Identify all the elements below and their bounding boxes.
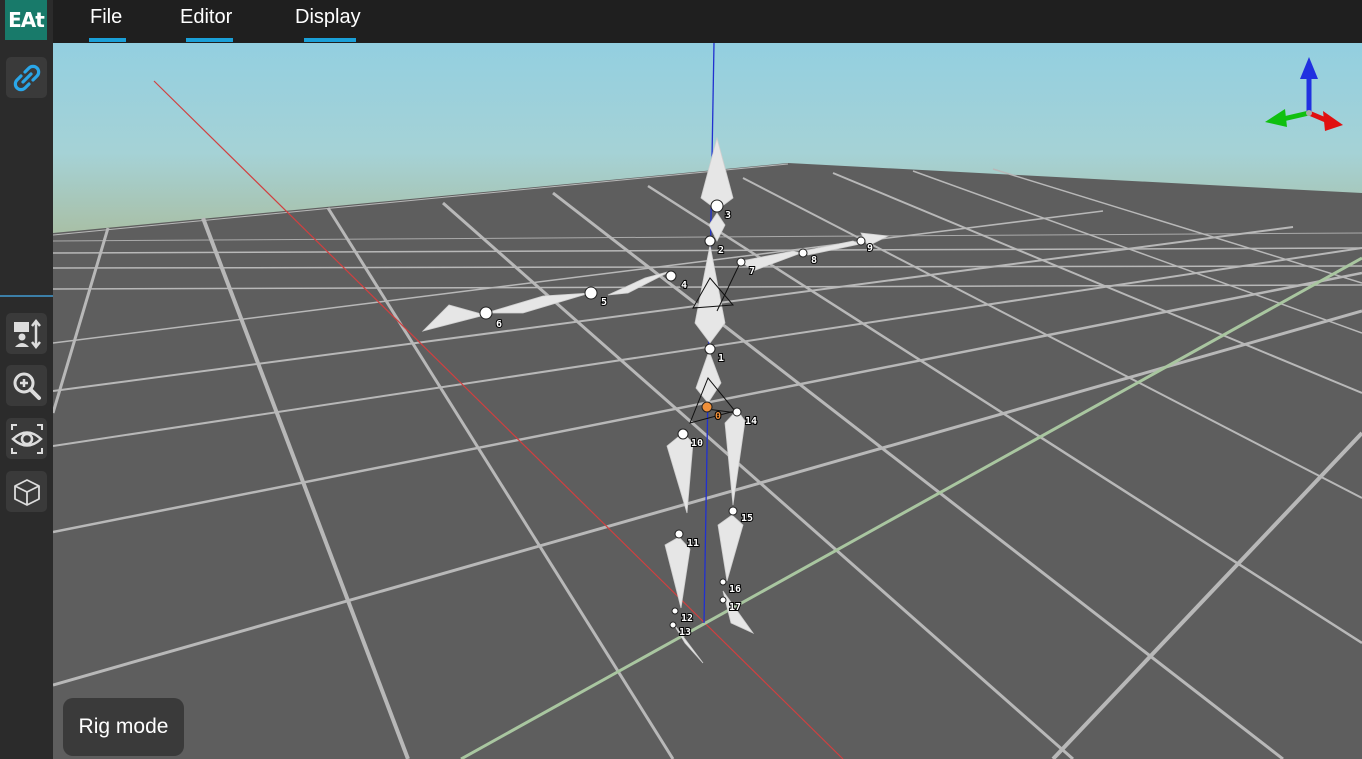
menu-display[interactable]: Display: [295, 6, 361, 29]
menu-bar: File Editor Display: [53, 0, 391, 43]
top-bar-background: [391, 0, 1362, 43]
rig-joint-label-0: 0: [715, 411, 721, 422]
rig-joint-label-10: 10: [691, 438, 703, 449]
rig-joint-7[interactable]: [736, 257, 746, 267]
rig-joint-11[interactable]: [674, 529, 684, 539]
link-tool-button[interactable]: [6, 57, 47, 98]
menu-file-indicator: [89, 38, 126, 42]
link-icon: [13, 64, 40, 91]
menu-editor-indicator: [186, 38, 233, 42]
zoom-tool-button[interactable]: [6, 365, 47, 406]
zoom-in-icon: [13, 372, 41, 400]
rig-joint-4[interactable]: [665, 270, 677, 282]
rig-joint-label-17: 17: [729, 602, 741, 613]
rig-joint-label-7: 7: [749, 266, 755, 277]
eye-view-icon: [10, 423, 43, 454]
toolbar-divider: [0, 295, 53, 297]
rig-joint-5[interactable]: [584, 286, 598, 300]
rig-joint-label-5: 5: [601, 297, 607, 308]
cube-icon: [13, 478, 40, 506]
rig-joint-label-11: 11: [687, 538, 699, 549]
rig-joint-13[interactable]: [669, 621, 677, 629]
rig-joint-label-8: 8: [811, 255, 817, 266]
rig-joint-6[interactable]: [479, 306, 493, 320]
rig-joint-label-2: 2: [718, 245, 724, 256]
rig-joint-label-4: 4: [681, 280, 687, 291]
rig-joint-label-12: 12: [681, 613, 693, 624]
rig-joint-15[interactable]: [728, 506, 738, 516]
rig-joint-12[interactable]: [671, 607, 679, 615]
menu-file[interactable]: File: [90, 6, 122, 29]
rig-joint-3[interactable]: [710, 199, 724, 213]
rig-joint-0[interactable]: [701, 401, 713, 413]
left-toolbar: EAt: [0, 0, 53, 759]
rig-joint-2[interactable]: [704, 235, 716, 247]
view-tool-button[interactable]: [6, 418, 47, 459]
viewport-scene[interactable]: 01234567891011121314151617: [53, 43, 1362, 759]
rig-joint-14[interactable]: [732, 407, 742, 417]
rig-joint-label-13: 13: [679, 627, 691, 638]
rig-joint-label-14: 14: [745, 416, 757, 427]
menu-editor[interactable]: Editor: [180, 6, 232, 29]
mode-indicator: Rig mode: [63, 698, 184, 756]
rig-joint-label-3: 3: [725, 210, 731, 221]
transform-gizmo-icon: [13, 318, 41, 349]
rig-joint-9[interactable]: [856, 236, 866, 246]
rig-joint-label-1: 1: [718, 353, 724, 364]
rig-joint-8[interactable]: [798, 248, 808, 258]
rig-joint-10[interactable]: [677, 428, 689, 440]
3d-viewport[interactable]: 0 1 2 3 4 5 6 7 8 9 10 11 12 13 14 15 16 17: [53, 43, 1362, 759]
rig-joint-label-6: 6: [496, 319, 502, 330]
rig-joint-16[interactable]: [719, 578, 727, 586]
app-logo: EAt: [5, 0, 47, 40]
object-tool-button[interactable]: [6, 471, 47, 512]
rig-joint-label-15: 15: [741, 513, 753, 524]
rig-joint-1[interactable]: [704, 343, 716, 355]
rig-joint-17[interactable]: [719, 596, 727, 604]
rig-joint-label-9: 9: [867, 243, 873, 254]
transform-tool-button[interactable]: [6, 313, 47, 354]
rig-joint-label-16: 16: [729, 584, 741, 595]
menu-display-indicator: [304, 38, 356, 42]
